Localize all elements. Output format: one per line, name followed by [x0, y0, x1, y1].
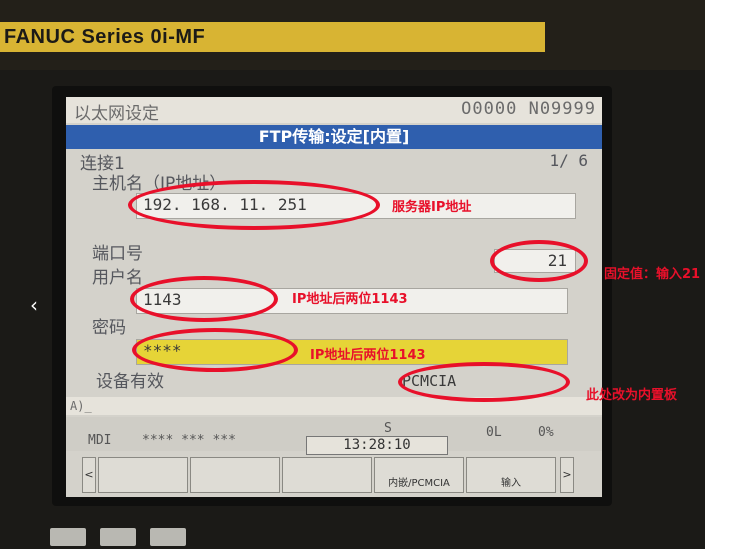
- mode-label: MDI: [88, 433, 112, 448]
- hardware-key[interactable]: [50, 528, 86, 546]
- annotation-ellipse-port: [490, 240, 588, 282]
- hardware-key[interactable]: [100, 528, 136, 546]
- hardware-key[interactable]: [150, 528, 186, 546]
- softkey-3[interactable]: [282, 457, 372, 493]
- user-label: 用户名: [92, 268, 143, 288]
- annotation-password-note: IP地址后两位1143: [310, 348, 426, 363]
- annotation-ellipse-user: [130, 276, 278, 322]
- ftp-title-bar: FTP传输:设定[内置]: [66, 125, 602, 149]
- spindle-label: S: [384, 421, 392, 436]
- screen-header: 以太网设定 O0000 N09999: [66, 97, 602, 124]
- percent-value: 0%: [538, 425, 554, 440]
- annotation-server-ip: 服务器IP地址: [392, 200, 472, 215]
- brand-label: FANUC Series 0i-MF: [0, 22, 545, 52]
- annotation-ellipse-password: [132, 328, 298, 372]
- softkey-1[interactable]: [98, 457, 188, 493]
- softkey-2[interactable]: [190, 457, 280, 493]
- softkey-left-arrow[interactable]: <: [82, 457, 96, 493]
- softkey-right-arrow[interactable]: >: [560, 457, 574, 493]
- annotation-port-fixed: 固定值：输入21: [604, 267, 701, 282]
- page-indicator: 1/ 6: [549, 151, 588, 170]
- softkey-inner-pcmcia[interactable]: 内嵌/PCMCIA: [374, 457, 464, 493]
- program-info: O0000 N09999: [461, 99, 596, 119]
- softkey-input[interactable]: 输入: [466, 457, 556, 493]
- annotation-ellipse-host: [128, 180, 380, 230]
- annotation-ellipse-device: [398, 362, 570, 402]
- l-value: 0L: [486, 425, 502, 440]
- status-stars: **** *** ***: [142, 433, 236, 448]
- device-label: 设备有效: [96, 372, 164, 392]
- chevron-left-icon[interactable]: ‹: [20, 290, 48, 320]
- annotation-user-note: IP地址后两位1143: [292, 292, 408, 307]
- screen-title: 以太网设定: [74, 104, 159, 124]
- password-label: 密码: [92, 318, 126, 338]
- clock: 13:28:10: [306, 436, 448, 455]
- softkey-row: < 内嵌/PCMCIA 输入 >: [82, 457, 596, 495]
- port-label: 端口号: [92, 244, 143, 264]
- annotation-device-note: 此处改为内置板: [586, 388, 678, 403]
